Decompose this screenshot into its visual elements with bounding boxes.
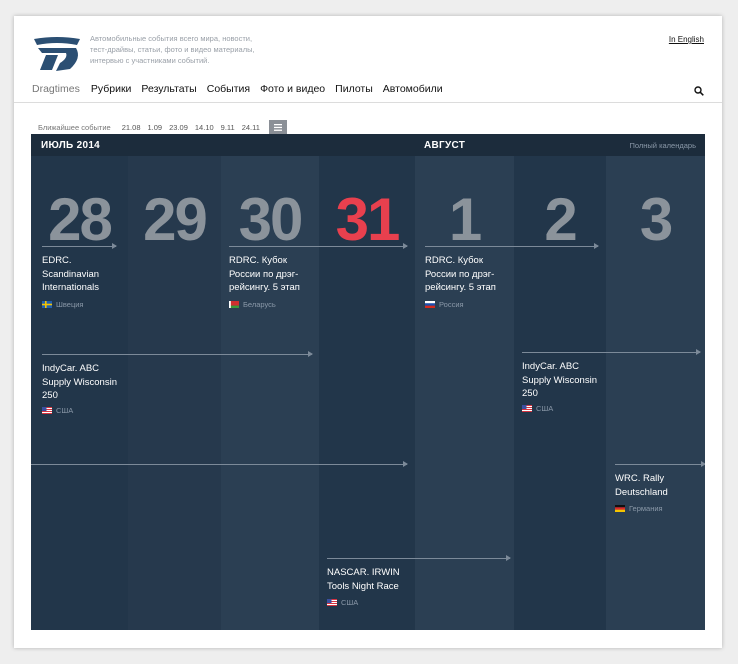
day-number: 28 (48, 186, 113, 253)
event-country: США (522, 404, 553, 413)
upcoming-date[interactable]: 23.09 (169, 123, 188, 132)
event-span-arrow (229, 243, 408, 249)
event-country: Швеция (42, 300, 84, 309)
upcoming-date[interactable]: 1.09 (148, 123, 163, 132)
usa-flag-icon (327, 599, 337, 606)
germany-flag-icon (615, 505, 625, 512)
events-calendar: 28 29 30 31 1 2 3 ИЮЛЬ 2014 АВГУСТ Полны… (31, 134, 705, 630)
russia-flag-icon (425, 301, 435, 308)
upcoming-date[interactable]: 21.08 (122, 123, 141, 132)
nav-item-events[interactable]: События (207, 83, 250, 95)
nav-brand[interactable]: Dragtimes (32, 83, 80, 95)
main-nav: Dragtimes Рубрики Результаты События Фот… (32, 83, 453, 95)
event-span-arrow (42, 351, 313, 357)
nav-item-photo-video[interactable]: Фото и видео (260, 83, 325, 95)
upcoming-date[interactable]: 24.11 (242, 123, 260, 132)
upcoming-dates-bar: Ближайшее событие 21.08 1.09 23.09 14.10… (38, 120, 287, 134)
event-country-name: США (56, 406, 74, 415)
event-title[interactable]: NASCAR. IRWIN Tools Night Race (327, 566, 417, 593)
day-number: 30 (238, 186, 304, 253)
day-column: 30 (221, 156, 319, 630)
usa-flag-icon (522, 405, 532, 412)
search-icon[interactable] (694, 86, 704, 96)
page-frame: Автомобильные события всего мира, новост… (14, 16, 722, 648)
day-number: 3 (639, 186, 673, 253)
upcoming-date[interactable]: 9.11 (221, 123, 235, 132)
nav-divider (14, 102, 722, 103)
dragtimes-logo-icon[interactable] (32, 36, 82, 72)
event-country-name: Швеция (56, 300, 84, 309)
sweden-flag-icon (42, 301, 52, 308)
month-label: ИЮЛЬ 2014 (41, 140, 101, 151)
event-span-arrow (522, 349, 701, 355)
event-country: США (327, 598, 358, 607)
site-tagline: Автомобильные события всего мира, новост… (90, 34, 255, 65)
event-country-name: Германия (629, 504, 663, 513)
nav-item-cars[interactable]: Автомобили (383, 83, 443, 95)
event-span-arrow (425, 243, 599, 249)
event-title[interactable]: IndyCar. ABC Supply Wisconsin 250 (42, 362, 122, 403)
nav-item-rubrics[interactable]: Рубрики (91, 83, 132, 95)
calendar-list-icon (273, 123, 282, 131)
day-column: 29 (128, 156, 221, 630)
event-span-arrow (42, 243, 117, 249)
day-column: 3 (606, 156, 705, 630)
event-title[interactable]: IndyCar. ABC Supply Wisconsin 250 (522, 360, 602, 401)
nav-item-results[interactable]: Результаты (141, 83, 196, 95)
english-link[interactable]: In English (669, 35, 704, 44)
event-country: Германия (615, 504, 663, 513)
event-title[interactable]: RDRC. Кубок России по дрэг-рейсингу. 5 э… (425, 254, 505, 295)
nav-item-pilots[interactable]: Пилоты (335, 83, 373, 95)
event-country: Россия (425, 300, 464, 309)
full-calendar-link[interactable]: Полный календарь (629, 141, 696, 150)
event-span-arrow (31, 461, 408, 467)
upcoming-date[interactable]: 14.10 (195, 123, 214, 132)
event-title[interactable]: WRC. Rally Deutschland (615, 472, 695, 499)
event-country-name: Россия (439, 300, 464, 309)
event-country: Беларусь (229, 300, 276, 309)
event-country-name: США (536, 404, 554, 413)
calendar-header: ИЮЛЬ 2014 АВГУСТ Полный календарь (31, 134, 705, 156)
calendar-toggle-button[interactable] (268, 120, 287, 134)
upcoming-label: Ближайшее событие (38, 122, 111, 132)
usa-flag-icon (42, 407, 52, 414)
belarus-flag-icon (229, 301, 239, 308)
day-number: 2 (544, 186, 577, 253)
event-title[interactable]: RDRC. Кубок России по дрэг-рейсингу. 5 э… (229, 254, 309, 295)
event-span-line (615, 461, 705, 467)
event-country-name: Беларусь (243, 300, 276, 309)
month-label: АВГУСТ (424, 140, 466, 151)
event-title[interactable]: EDRC. Scandinavian Internationals (42, 254, 122, 295)
day-number: 1 (448, 186, 482, 253)
event-country-name: США (341, 598, 359, 607)
event-country: США (42, 406, 73, 415)
day-number-today: 31 (335, 186, 401, 253)
event-span-arrow (327, 555, 511, 561)
day-number: 29 (143, 186, 208, 253)
